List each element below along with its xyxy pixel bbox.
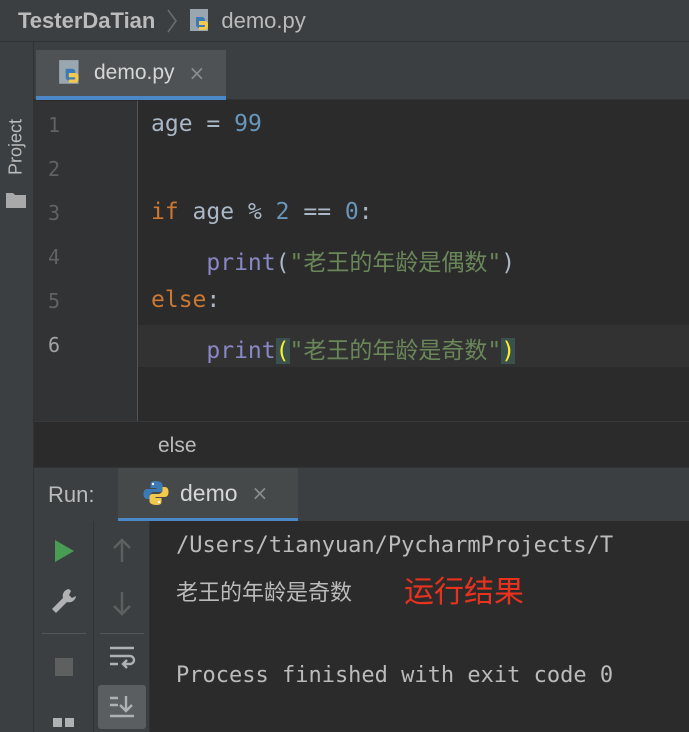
navigation-bar: TesterDaTian demo.py	[0, 0, 689, 42]
breadcrumb-file[interactable]: demo.py	[189, 7, 306, 34]
close-icon[interactable]: ×	[189, 61, 206, 85]
folder-icon[interactable]	[6, 192, 26, 208]
breadcrumb-separator-icon	[167, 9, 178, 32]
code-token: print	[206, 250, 276, 276]
code-token: age =	[151, 111, 235, 137]
console-exit-line: Process finished with exit code 0	[176, 663, 614, 688]
code-token: :	[206, 287, 221, 313]
wrench-icon	[52, 589, 76, 613]
code-token: "老王的年龄是奇数"	[289, 338, 502, 364]
console-output-line: 老王的年龄是奇数	[176, 581, 353, 606]
run-tab-label: demo	[180, 479, 238, 506]
soft-wrap-button[interactable]	[102, 637, 142, 677]
python-file-icon	[190, 8, 209, 31]
stop-button[interactable]	[44, 647, 84, 687]
breadcrumb-project[interactable]: TesterDaTian	[18, 8, 155, 34]
console-path-line: /Users/tianyuan/PycharmProjects/T	[176, 533, 614, 558]
code-line: age = 99	[151, 111, 262, 137]
code-token: 99	[234, 111, 262, 137]
line-number: 2	[47, 157, 61, 181]
python-logo-icon	[143, 481, 169, 505]
run-panel: /Users/tianyuan/PycharmProjects/T 老王的年龄是…	[34, 521, 689, 732]
code-token: ==	[289, 199, 345, 225]
line-number-gutter: 1 2 3 4 5 6	[34, 101, 138, 421]
code-token: "老王的年龄是偶数"	[289, 250, 502, 276]
run-toolbar-primary	[34, 521, 94, 732]
toolbar-divider	[100, 633, 144, 634]
code-line: print("老王的年龄是奇数")	[151, 331, 516, 365]
breadcrumb-scope[interactable]: else	[158, 434, 197, 458]
editor-tab-bar: demo.py ×	[34, 42, 689, 100]
line-number: 3	[47, 201, 61, 225]
code-token: )	[501, 250, 516, 276]
code-token: print	[206, 338, 276, 364]
run-window-title: Run:	[48, 482, 95, 507]
code-token: (	[275, 250, 290, 276]
result-annotation: 运行结果	[404, 575, 524, 610]
line-number: 4	[47, 245, 61, 269]
code-line: print("老王的年龄是偶数")	[151, 243, 515, 277]
code-token: if	[151, 199, 179, 225]
run-tool-window-header: Run: demo ×	[34, 467, 689, 522]
code-line: else:	[151, 287, 220, 313]
run-toolbar-secondary	[94, 521, 150, 732]
python-file-icon	[59, 60, 79, 84]
scroll-down-button[interactable]	[102, 583, 142, 623]
scroll-to-end-icon	[110, 696, 134, 718]
code-token: 0	[344, 199, 359, 225]
code-line: if age % 2 == 0:	[151, 199, 373, 225]
close-icon[interactable]: ×	[252, 481, 269, 505]
rerun-button[interactable]	[44, 531, 84, 571]
run-tab-demo[interactable]: demo ×	[118, 468, 298, 522]
layout-button[interactable]	[44, 709, 84, 732]
soft-wrap-icon	[110, 646, 136, 669]
edit-configuration-button[interactable]	[44, 581, 84, 621]
breadcrumb-file-label: demo.py	[221, 7, 306, 33]
code-token: 2	[275, 199, 290, 225]
arrow-down-icon	[113, 592, 131, 616]
scroll-up-button[interactable]	[102, 531, 142, 571]
toolbar-divider	[42, 633, 86, 634]
tab-label: demo.py	[94, 61, 175, 84]
project-tool-window-label: Project	[5, 118, 26, 176]
code-token: )	[501, 338, 516, 364]
code-token: :	[358, 199, 373, 225]
code-token: age %	[178, 199, 276, 225]
left-tool-strip: Project	[0, 42, 34, 732]
line-number: 5	[47, 289, 61, 313]
play-icon	[55, 540, 74, 562]
line-number: 6	[47, 333, 61, 357]
code-token: (	[275, 338, 290, 364]
line-number: 1	[47, 113, 61, 137]
editor-breadcrumb: else	[34, 421, 689, 467]
code-token: else	[151, 287, 207, 313]
code-editor[interactable]: 123456 age = 99 if age % 2 == 0: print("老…	[34, 101, 689, 421]
layout-icon	[53, 718, 74, 727]
scroll-to-end-button[interactable]	[98, 685, 146, 729]
project-tool-window-button[interactable]: Project	[3, 102, 29, 192]
arrow-up-icon	[113, 538, 131, 562]
tab-demo-py[interactable]: demo.py ×	[36, 50, 226, 100]
stop-icon	[55, 658, 73, 676]
